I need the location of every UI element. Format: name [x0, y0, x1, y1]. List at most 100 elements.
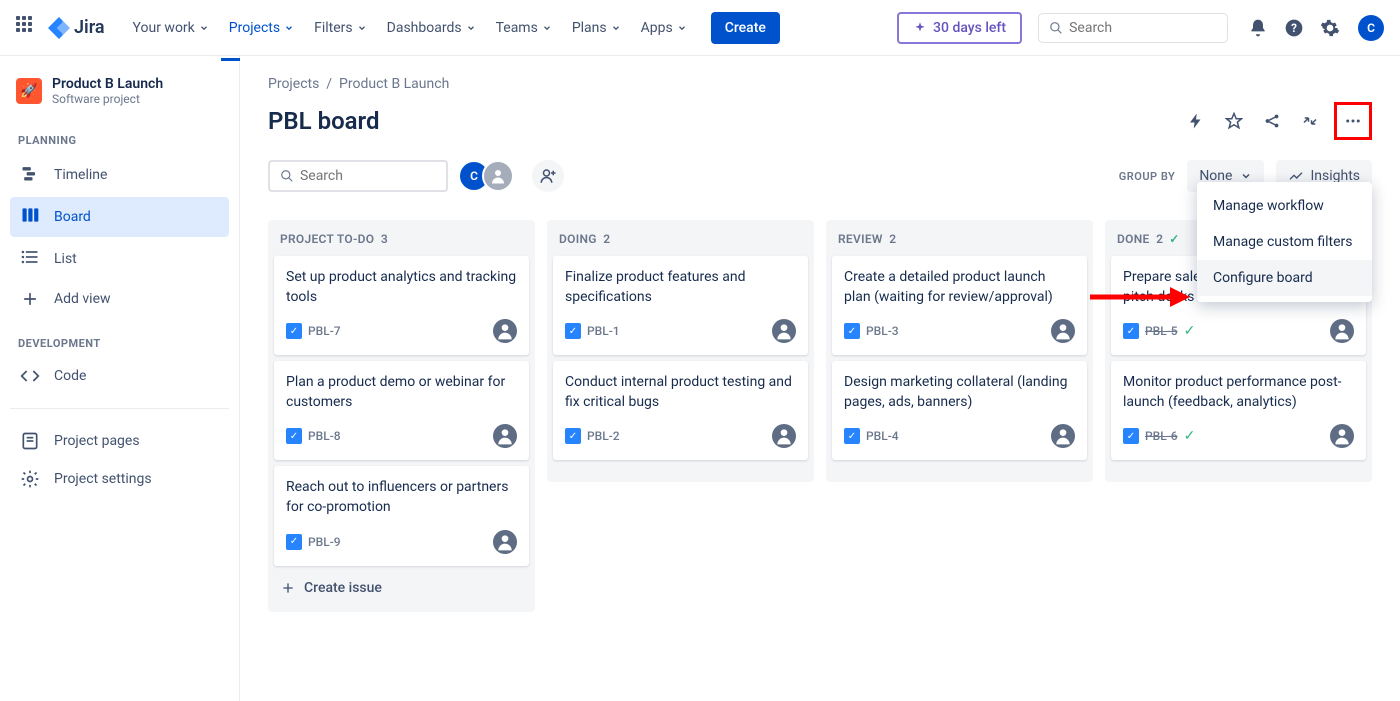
sidebar: 🚀 Product B Launch Software project PLAN… — [0, 56, 240, 701]
plus-icon — [280, 580, 296, 596]
assignee-avatar[interactable] — [1051, 424, 1075, 448]
avatar-unassigned[interactable] — [482, 160, 514, 192]
nav-item-projects[interactable]: Projects — [221, 12, 302, 44]
assignee-avatar[interactable] — [493, 319, 517, 343]
automation-icon[interactable] — [1182, 107, 1210, 135]
sparkle-icon — [913, 21, 927, 35]
assignee-avatar[interactable] — [1051, 319, 1075, 343]
sidebar-item-board[interactable]: Board — [10, 197, 229, 237]
sidebar-item-label: Board — [54, 209, 91, 225]
planning-section-label: PLANNING — [10, 126, 229, 155]
project-settings-label: Project settings — [54, 471, 152, 487]
fullscreen-icon[interactable] — [1296, 107, 1324, 135]
sidebar-project-settings[interactable]: Project settings — [10, 461, 229, 497]
breadcrumb: Projects / Product B Launch — [268, 76, 1372, 92]
board-search-input[interactable] — [300, 168, 436, 184]
trial-button[interactable]: 30 days left — [897, 12, 1022, 44]
star-icon[interactable] — [1220, 107, 1248, 135]
create-issue-button[interactable]: Create issue — [274, 572, 529, 596]
card-key: ✓ PBL-6 ✓ — [1123, 428, 1195, 444]
column-header[interactable]: REVIEW 2 — [832, 232, 1087, 256]
card[interactable]: Design marketing collateral (landing pag… — [832, 361, 1087, 460]
add-people-button[interactable] — [532, 160, 564, 192]
card[interactable]: Conduct internal product testing and fix… — [553, 361, 808, 460]
board-search[interactable] — [268, 160, 448, 192]
search-icon — [280, 168, 294, 184]
top-navbar: Jira Your workProjectsFiltersDashboardsT… — [0, 0, 1400, 56]
help-icon[interactable]: ? — [1280, 14, 1308, 42]
share-icon[interactable] — [1258, 107, 1286, 135]
assignee-avatar[interactable] — [772, 319, 796, 343]
jira-icon — [48, 17, 70, 39]
sidebar-divider — [10, 408, 229, 409]
sidebar-item-label: List — [54, 251, 77, 267]
sidebar-project-pages[interactable]: Project pages — [10, 423, 229, 459]
card-title: Plan a product demo or webinar for custo… — [286, 373, 517, 412]
assignee-avatar[interactable] — [1330, 319, 1354, 343]
sidebar-add-view[interactable]: Add view — [10, 281, 229, 317]
sidebar-item-list[interactable]: List — [10, 239, 229, 279]
column-doing: DOING 2 Finalize product features and sp… — [547, 220, 814, 612]
global-search[interactable] — [1038, 13, 1228, 43]
sidebar-item-label: Timeline — [54, 167, 107, 183]
card[interactable]: Reach out to influencers or partners for… — [274, 466, 529, 565]
task-icon: ✓ — [286, 534, 302, 550]
card-key: ✓ PBL-2 — [565, 428, 620, 444]
card[interactable]: Finalize product features and specificat… — [553, 256, 808, 355]
nav-item-apps[interactable]: Apps — [633, 12, 695, 44]
card[interactable]: Monitor product performance post-launch … — [1111, 361, 1366, 460]
chevron-down-icon — [284, 23, 294, 33]
jira-logo[interactable]: Jira — [48, 17, 105, 39]
sidebar-item-code[interactable]: Code — [10, 358, 229, 394]
assignee-avatar[interactable] — [772, 424, 796, 448]
sidebar-item-timeline[interactable]: Timeline — [10, 155, 229, 195]
chevron-down-icon — [611, 23, 621, 33]
group-by-label: GROUP BY — [1119, 170, 1176, 183]
dropdown-item-manage-workflow[interactable]: Manage workflow — [1197, 188, 1372, 224]
assignee-avatar[interactable] — [493, 530, 517, 554]
assignee-filter[interactable]: C — [466, 160, 514, 192]
nav-item-your-work[interactable]: Your work — [125, 12, 217, 44]
more-actions-dropdown: Manage workflowManage custom filtersConf… — [1197, 182, 1372, 302]
create-button[interactable]: Create — [711, 12, 780, 44]
task-icon: ✓ — [565, 428, 581, 444]
settings-icon[interactable] — [1316, 14, 1344, 42]
nav-item-plans[interactable]: Plans — [564, 12, 629, 44]
dropdown-item-manage-custom-filters[interactable]: Manage custom filters — [1197, 224, 1372, 260]
card-key: ✓ PBL-7 — [286, 323, 341, 339]
breadcrumb-root[interactable]: Projects — [268, 76, 319, 92]
column-header[interactable]: PROJECT TO-DO 3 — [274, 232, 529, 256]
notifications-icon[interactable] — [1244, 14, 1272, 42]
app-switcher-icon[interactable] — [16, 16, 40, 40]
done-mark-icon: ✓ — [1184, 428, 1196, 444]
card-key: ✓ PBL-1 — [565, 323, 620, 339]
nav-item-filters[interactable]: Filters — [306, 12, 375, 44]
global-search-input[interactable] — [1069, 20, 1217, 36]
card-key: ✓ PBL-3 — [844, 323, 899, 339]
dropdown-item-configure-board[interactable]: Configure board — [1197, 260, 1372, 296]
card-title: Set up product analytics and tracking to… — [286, 268, 517, 307]
brand-label: Jira — [74, 17, 105, 38]
nav-item-dashboards[interactable]: Dashboards — [379, 12, 484, 44]
card[interactable]: Plan a product demo or webinar for custo… — [274, 361, 529, 460]
card-title: Conduct internal product testing and fix… — [565, 373, 796, 412]
card-title: Reach out to influencers or partners for… — [286, 478, 517, 517]
done-mark-icon: ✓ — [1184, 323, 1196, 339]
assignee-avatar[interactable] — [493, 424, 517, 448]
gear-icon — [20, 469, 40, 489]
nav-item-teams[interactable]: Teams — [488, 12, 560, 44]
more-button-highlight — [1334, 102, 1372, 140]
assignee-avatar[interactable] — [1330, 424, 1354, 448]
page-icon — [20, 431, 40, 451]
task-icon: ✓ — [844, 428, 860, 444]
project-header[interactable]: 🚀 Product B Launch Software project — [10, 76, 229, 106]
card-title: Design marketing collateral (landing pag… — [844, 373, 1075, 412]
card-key: ✓ PBL-9 — [286, 534, 341, 550]
column-header[interactable]: DOING 2 — [553, 232, 808, 256]
user-avatar[interactable]: C — [1358, 15, 1384, 41]
card[interactable]: Set up product analytics and tracking to… — [274, 256, 529, 355]
more-actions-button[interactable] — [1339, 107, 1367, 135]
project-type: Software project — [52, 92, 163, 106]
card[interactable]: Create a detailed product launch plan (w… — [832, 256, 1087, 355]
code-icon — [20, 366, 40, 386]
